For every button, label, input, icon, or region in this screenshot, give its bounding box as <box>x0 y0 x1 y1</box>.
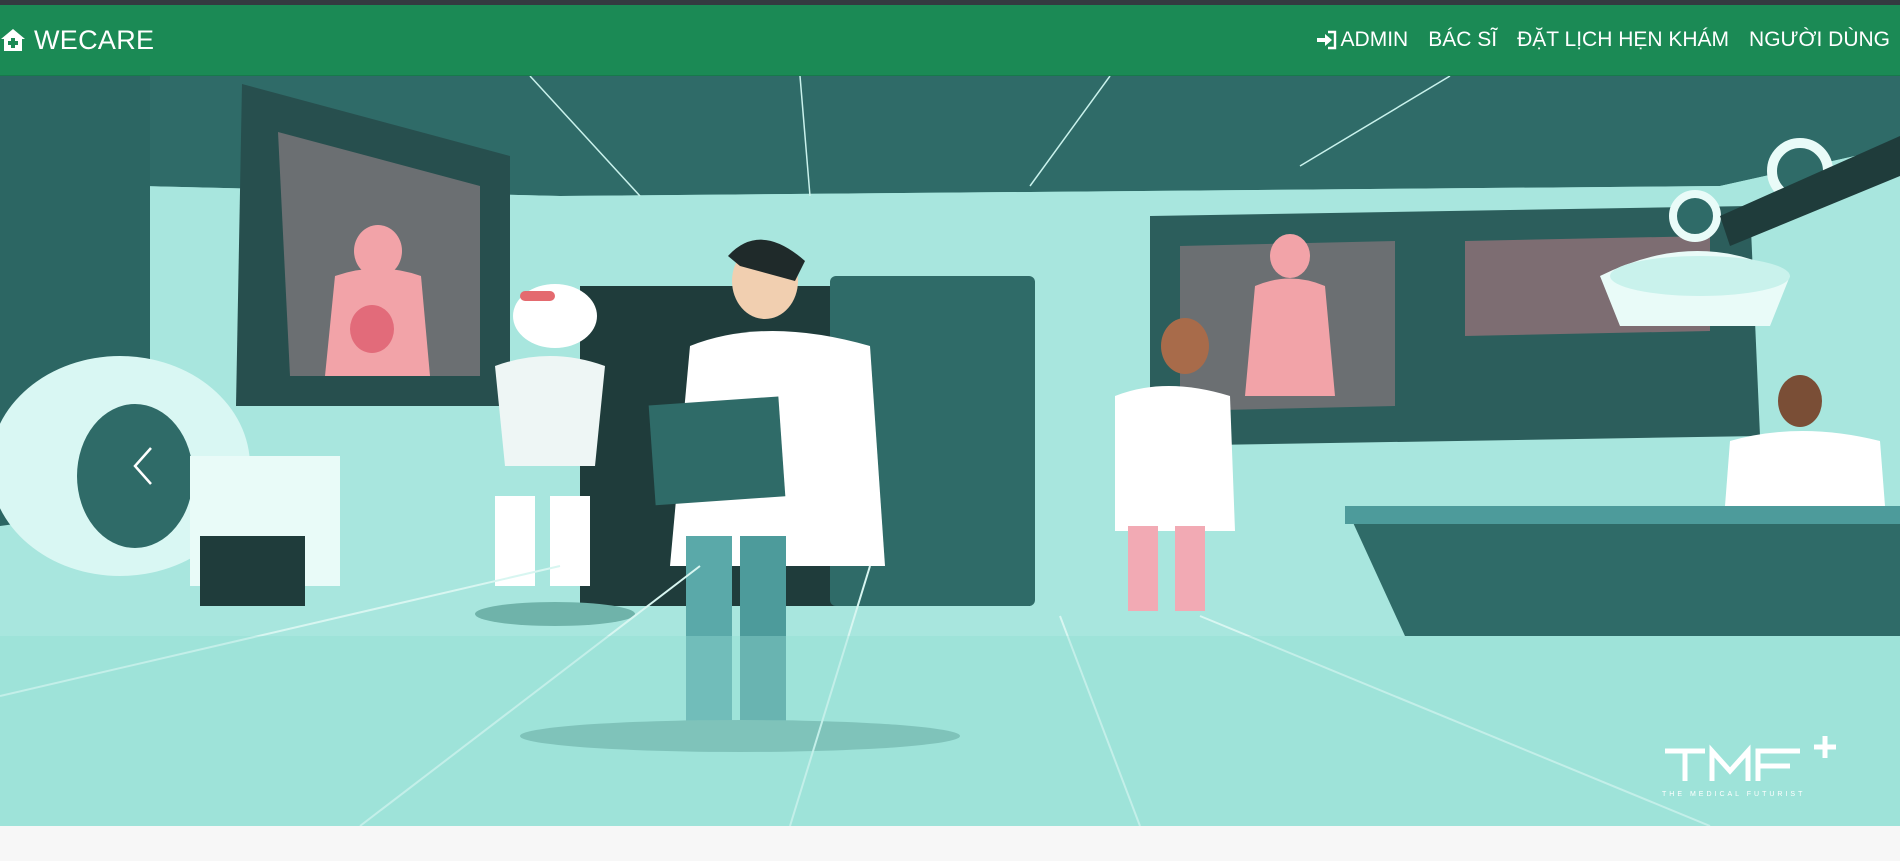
hero-illustration: THE MEDICAL FUTURIST <box>0 76 1900 826</box>
nav-item-booking-label: ĐẶT LỊCH HẸN KHÁM <box>1517 28 1730 51</box>
tmf-tagline: THE MEDICAL FUTURIST <box>1662 791 1805 798</box>
nav-item-user[interactable]: NGƯỜI DÙNG <box>1749 28 1890 52</box>
nav-item-doctor[interactable]: BÁC SĨ <box>1428 28 1497 52</box>
sign-in-icon <box>1316 30 1336 50</box>
house-medical-icon <box>1 29 25 51</box>
nav-item-booking[interactable]: ĐẶT LỊCH HẸN KHÁM <box>1517 28 1729 52</box>
nav-item-doctor-label: BÁC SĨ <box>1428 28 1498 51</box>
hero-carousel: THE MEDICAL FUTURIST <box>0 76 1900 826</box>
brand-link[interactable]: WECARE <box>0 25 154 56</box>
chevron-left-icon <box>133 447 152 485</box>
brand-label: WECARE <box>34 24 155 55</box>
nav-menu: ADMIN BÁC SĨ ĐẶT LỊCH HẸN KHÁM NGƯỜI DÙN… <box>1315 28 1900 52</box>
nav-item-admin[interactable]: ADMIN <box>1315 28 1409 52</box>
navbar: WECARE ADMIN BÁC SĨ ĐẶT LỊCH HẸN KHÁM NG… <box>0 5 1900 76</box>
nav-item-user-label: NGƯỜI DÙNG <box>1749 28 1890 51</box>
nav-item-admin-label: ADMIN <box>1340 28 1409 51</box>
carousel-prev-button[interactable] <box>118 426 168 506</box>
page-content-area <box>0 826 1900 861</box>
